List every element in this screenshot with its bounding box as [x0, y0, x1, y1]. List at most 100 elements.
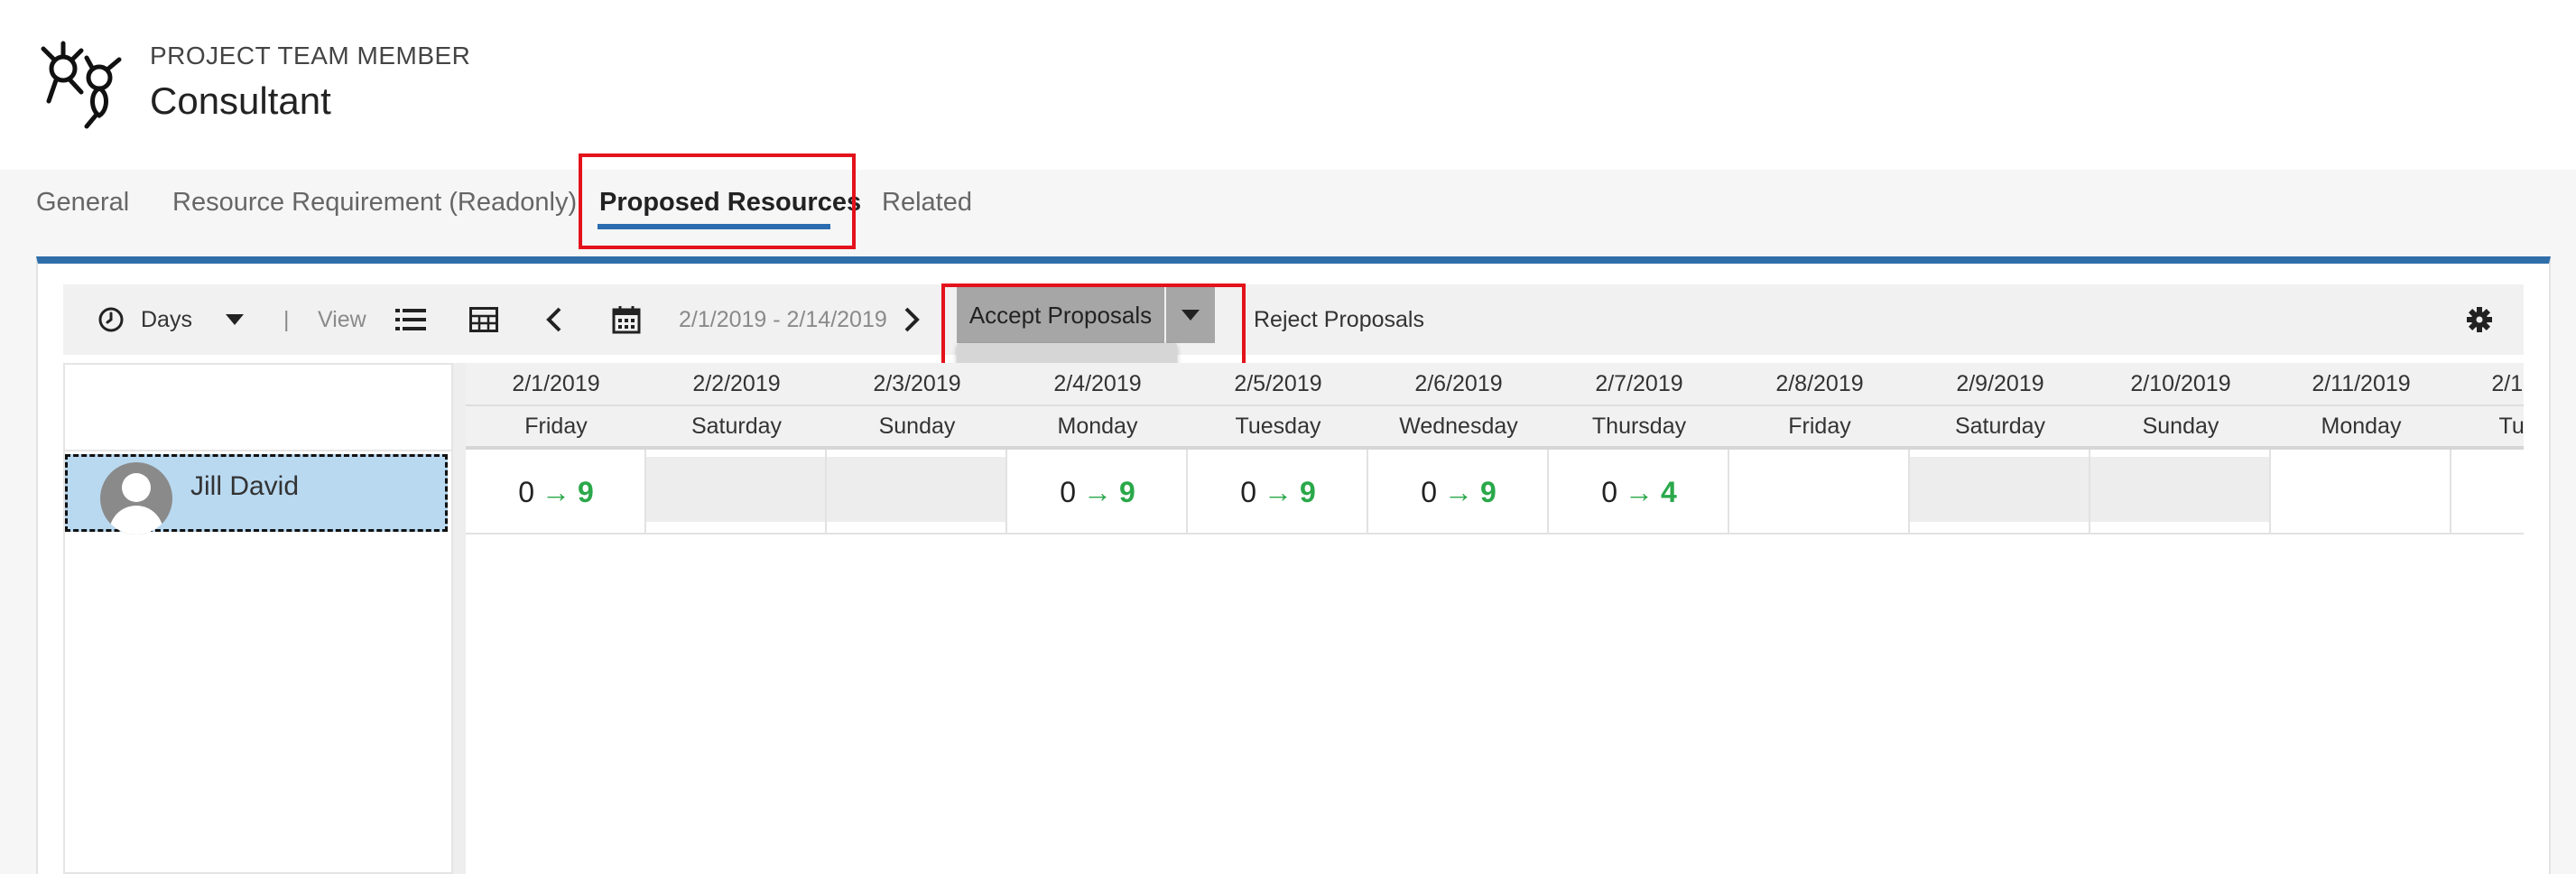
day-column: 2/6/2019 Wednesday 0 → 9	[1368, 363, 1549, 535]
current-hours: 0	[1060, 475, 1076, 508]
column-date: 2/4/2019	[1007, 363, 1188, 406]
column-date: 2/9/2019	[1910, 363, 2090, 406]
previous-range-button[interactable]	[545, 284, 563, 355]
record-title: Consultant	[150, 79, 331, 122]
column-day: Saturday	[1910, 406, 2090, 450]
proposed-hours: 9	[1300, 475, 1316, 508]
resource-list-header	[63, 363, 453, 451]
date-picker-button[interactable]	[612, 284, 641, 355]
next-range-button[interactable]	[903, 284, 921, 355]
day-column: 2/9/2019 Saturday	[1910, 363, 2090, 535]
day-column: 2/10/2019 Sunday	[2090, 363, 2271, 535]
timescale-selector[interactable]: Days	[97, 284, 245, 355]
day-column: 2/7/2019 Thursday 0 → 4	[1549, 363, 1729, 535]
proposed-hours: 9	[1119, 475, 1135, 508]
allocation-cell[interactable]: 0 → 4	[1549, 451, 1729, 535]
column-date: 2/2/2019	[646, 363, 827, 406]
arrow-right-icon: →	[1264, 475, 1293, 508]
column-day: Friday	[1729, 406, 1910, 450]
gear-icon	[2467, 307, 2492, 332]
day-column: 2/8/2019 Friday	[1729, 363, 1910, 535]
non-working-shade	[646, 457, 825, 522]
allocation-cell[interactable]: 0 → 9	[466, 451, 646, 535]
day-column: 2/3/2019 Sunday	[827, 363, 1007, 535]
proposed-hours: 4	[1661, 475, 1677, 508]
table-icon	[469, 307, 498, 332]
date-range-label: 2/1/2019 - 2/14/2019	[679, 306, 887, 332]
column-day: Wednesday	[1368, 406, 1549, 450]
entity-type-label: PROJECT TEAM MEMBER	[150, 42, 471, 70]
column-day: Monday	[2271, 406, 2451, 450]
column-date: 2/1/2019	[466, 363, 646, 406]
resource-name: Jill David	[190, 471, 300, 501]
allocation-cell[interactable]	[1910, 451, 2090, 535]
chevron-left-icon	[546, 307, 561, 332]
column-day: Sunday	[2090, 406, 2271, 450]
toolbar-divider: |	[283, 306, 290, 332]
column-date: 2/8/2019	[1729, 363, 1910, 406]
row-divider	[466, 533, 2524, 535]
column-date: 2/5/2019	[1188, 363, 1368, 406]
allocation-cell[interactable]: 0 → 9	[1188, 451, 1368, 535]
resource-row[interactable]: Jill David	[65, 454, 448, 535]
calendar-icon	[612, 306, 641, 334]
allocation-cell[interactable]	[2090, 451, 2271, 535]
arrow-right-icon: →	[1083, 475, 1112, 508]
allocation-cell[interactable]	[1729, 451, 1910, 535]
arrow-right-icon: →	[1625, 475, 1654, 508]
column-day: Sunday	[827, 406, 1007, 450]
day-column: 2/4/2019 Monday 0 → 9	[1007, 363, 1188, 535]
chevron-down-icon	[225, 314, 244, 325]
arrow-right-icon: →	[542, 475, 570, 508]
current-hours: 0	[518, 475, 534, 508]
current-hours: 0	[1240, 475, 1256, 508]
tab-general[interactable]: General	[36, 188, 129, 218]
list-icon	[395, 309, 426, 330]
day-column: 2/2/2019 Saturday	[646, 363, 827, 535]
column-day: Saturday	[646, 406, 827, 450]
pane-splitter[interactable]	[453, 363, 466, 874]
column-date: 2/12/2019	[2451, 363, 2524, 406]
schedule-grid: 2/1/2019 Friday 0 → 9 2/2/2019 Saturday 2/3/201…	[466, 363, 2524, 874]
column-date: 2/6/2019	[1368, 363, 1549, 406]
avatar	[100, 462, 172, 535]
day-column: 2/12/2019Tuesday	[2451, 363, 2524, 535]
arrow-right-icon: →	[1444, 475, 1473, 508]
column-day: Tuesday	[1188, 406, 1368, 450]
clock-icon	[98, 307, 124, 332]
current-hours: 0	[1421, 475, 1437, 508]
allocation-cell[interactable]: 0 → 9	[1368, 451, 1549, 535]
proposed-hours: 9	[578, 475, 594, 508]
settings-button[interactable]	[2466, 284, 2493, 355]
allocation-cell[interactable]	[827, 451, 1007, 535]
column-day: Friday	[466, 406, 646, 450]
list-view-button[interactable]	[395, 284, 426, 355]
grid-view-button[interactable]	[469, 284, 498, 355]
form-header: PROJECT TEAM MEMBER Consultant	[0, 0, 2576, 170]
annotation-highlight-tab	[579, 153, 856, 249]
reject-proposals-button[interactable]: Reject Proposals	[1254, 284, 1424, 355]
non-working-shade	[827, 457, 1005, 522]
current-hours: 0	[1601, 475, 1617, 508]
column-day: Tuesday	[2451, 406, 2524, 450]
proposed-hours: 9	[1480, 475, 1496, 508]
allocation-cell[interactable]	[2451, 451, 2524, 535]
column-date: 2/7/2019	[1549, 363, 1729, 406]
team-member-icon	[41, 41, 122, 129]
timescale-label: Days	[141, 306, 192, 332]
column-date: 2/11/2019	[2271, 363, 2451, 406]
chevron-right-icon	[904, 307, 920, 332]
allocation-cell[interactable]	[2271, 451, 2451, 535]
tab-resource-requirement[interactable]: Resource Requirement (Readonly)	[172, 188, 577, 218]
non-working-shade	[1910, 457, 2089, 522]
column-date: 2/3/2019	[827, 363, 1007, 406]
allocation-cell[interactable]: 0 → 9	[1007, 451, 1188, 535]
non-working-shade	[2090, 457, 2269, 522]
day-column: 2/1/2019 Friday 0 → 9	[466, 363, 646, 535]
view-label: View	[318, 306, 366, 332]
schedule-toolbar: Days | View 2/1/2019 - 2/14/2019 Reject …	[63, 284, 2524, 355]
tab-related[interactable]: Related	[882, 188, 972, 218]
allocation-cell[interactable]	[646, 451, 827, 535]
day-column: 2/11/2019 Monday	[2271, 363, 2451, 535]
column-day: Monday	[1007, 406, 1188, 450]
